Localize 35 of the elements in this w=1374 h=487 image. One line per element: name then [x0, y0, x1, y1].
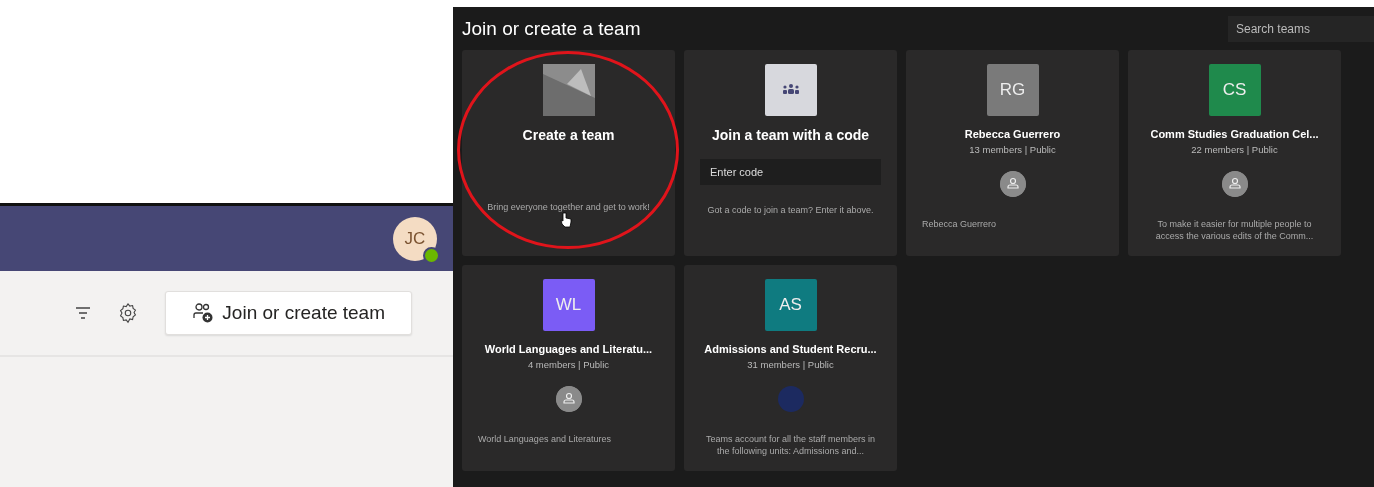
card-title: Create a team — [522, 127, 615, 143]
add-people-icon — [192, 302, 215, 324]
dialog-title: Join or create a team — [462, 17, 641, 40]
team-card[interactable]: RG Rebecca Guerrero 13 members | Public Rebecca Guerrero — [906, 50, 1119, 256]
team-avatar: WL — [542, 279, 595, 331]
team-members: 13 members | Public — [969, 144, 1056, 155]
team-name: Rebecca Guerrero — [964, 128, 1061, 140]
team-name: Comm Studies Graduation Cel... — [1150, 128, 1319, 140]
team-card[interactable]: CS Comm Studies Graduation Cel... 22 members | Public To make it easier for multiple people to access the various edits of the Comm... — [1128, 50, 1341, 256]
team-description: Teams account for all the staff members in the following units: Admissions and... — [705, 434, 876, 458]
team-avatar: CS — [1208, 64, 1261, 116]
card-title: Join a team with a code — [711, 127, 870, 143]
code-input-field[interactable]: Enter code — [700, 159, 881, 185]
card-description: Bring everyone together and get to work! — [486, 202, 651, 214]
team-avatar: RG — [986, 64, 1039, 116]
people-group-icon — [764, 64, 817, 116]
image-placeholder-icon — [542, 64, 595, 116]
team-members: 22 members | Public — [1191, 144, 1278, 155]
search-field[interactable]: Search teams — [1228, 15, 1374, 42]
team-members: 31 members | Public — [747, 359, 834, 370]
join-or-create-team-button[interactable]: Join or create team — [165, 291, 412, 335]
filter-icon[interactable] — [75, 307, 92, 319]
card-description: Got a code to join a team? Enter it above. — [706, 205, 875, 217]
team-name: Admissions and Student Recru... — [704, 343, 877, 355]
team-description: Rebecca Guerrero — [922, 219, 998, 231]
team-avatar: AS — [764, 279, 817, 331]
create-team-card[interactable]: Create a team Bring everyone together and get to work! — [462, 50, 675, 256]
team-members: 4 members | Public — [527, 359, 610, 370]
team-card[interactable]: WL World Languages and Literatu... 4 members | Public World Languages and Literatures — [462, 265, 675, 471]
team-description: World Languages and Literatures — [478, 434, 612, 446]
team-card[interactable]: AS Admissions and Student Recru... 31 members | Public Teams account for all the staff members in the following units: Admissions and... — [684, 265, 897, 471]
user-avatar[interactable]: JC — [393, 216, 437, 261]
hand-cursor-icon — [560, 212, 572, 228]
team-description: To make it easier for multiple people to access the various edits of the Comm... — [1154, 219, 1315, 243]
team-name: World Languages and Literatu... — [484, 343, 653, 355]
